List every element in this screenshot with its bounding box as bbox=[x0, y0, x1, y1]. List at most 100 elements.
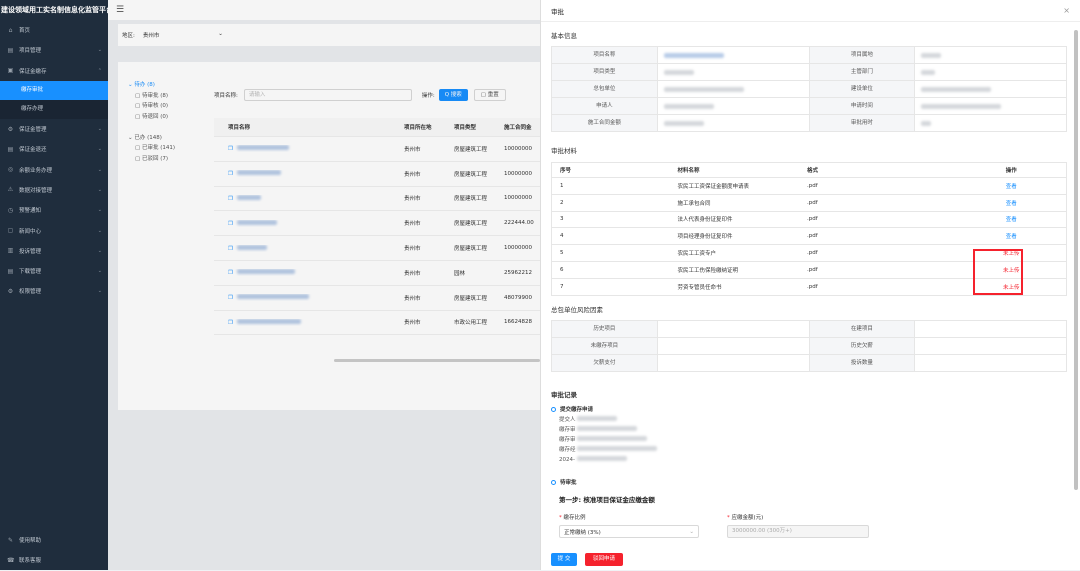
record-line: 缴存审 bbox=[551, 425, 1051, 435]
risk-row: 历史项目 在建项目 bbox=[552, 321, 1067, 338]
record-line: 缴存审 bbox=[551, 435, 1051, 445]
risk-table: 历史项目 在建项目 未缴存项目 历史欠薪 欠薪支付 投诉数量 bbox=[551, 320, 1067, 372]
basic-info-title: 基本信息 bbox=[551, 32, 577, 40]
sidebar-item-label: 权限管理 bbox=[19, 289, 42, 296]
material-row: 4 项目经理身份证复印件 .pdf 查看 bbox=[552, 228, 1066, 246]
chevron-icon: ⌃ bbox=[97, 67, 102, 74]
dispute-icon: ◎ bbox=[7, 166, 14, 174]
chevron-icon: ⌄ bbox=[97, 186, 102, 193]
timeline-dot-icon bbox=[551, 480, 556, 485]
records-title: 审批记录 bbox=[551, 391, 577, 399]
drawer-title: 审批 bbox=[551, 7, 564, 16]
chevron-icon: ⌄ bbox=[97, 207, 102, 214]
record-line: 2024- bbox=[551, 455, 1051, 465]
view-link[interactable]: 查看 bbox=[956, 232, 1066, 240]
info-row: 总包单位 建设单位 bbox=[552, 81, 1067, 98]
warning-icon: ◷ bbox=[7, 206, 14, 214]
info-row: 申请人 申请时间 bbox=[552, 98, 1067, 115]
news-icon: ▢ bbox=[7, 227, 14, 235]
sidebar-item-label: 预警通知 bbox=[19, 208, 42, 215]
sidebar-item-label: 首页 bbox=[19, 28, 31, 35]
chevron-icon: ⌄ bbox=[97, 47, 102, 54]
risk-row: 未缴存项目 历史欠薪 bbox=[552, 338, 1067, 355]
sidebar-item-sidebar.items2.5[interactable]: ▢ 新闻中心 ⌄ bbox=[0, 220, 108, 240]
risk-title: 总包单位风险因素 bbox=[551, 306, 603, 314]
sidebar-item-sidebar.items2.8[interactable]: ⚙ 权限管理 ⌄ bbox=[0, 281, 108, 301]
record-line: 提交人 bbox=[551, 415, 1051, 425]
chevron-icon: ⌄ bbox=[97, 268, 102, 275]
sidebar-bottom-item[interactable]: ✎ 使用帮助 bbox=[0, 530, 108, 550]
chevron-icon: ⌄ bbox=[97, 146, 102, 153]
sidebar-item-sidebar.items.1[interactable]: ▤ 项目管理 ⌄ bbox=[0, 40, 108, 60]
sidebar-item-sidebar.items.0[interactable]: ⌂ 首页 bbox=[0, 20, 108, 40]
sidebar-item-label: 数据对接管理 bbox=[19, 187, 53, 194]
reject-button[interactable]: 驳回申请 bbox=[585, 553, 623, 566]
auth-icon: ⚙ bbox=[7, 287, 14, 295]
help-icon: ✎ bbox=[7, 536, 14, 544]
drawer-header: 审批 × bbox=[541, 0, 1080, 22]
sidebar-item-label: 保证金退还 bbox=[19, 147, 47, 154]
amount-input[interactable]: 3000000.00 (300万+) bbox=[727, 525, 869, 538]
approval-drawer: 审批 × 基本信息 项目名称 项目属地 项目类型 主管部门 总包单位 建设单位 … bbox=[540, 0, 1080, 570]
sidebar-item-label: 项目管理 bbox=[19, 48, 42, 55]
chevron-icon: ⌄ bbox=[97, 166, 102, 173]
view-link[interactable]: 查看 bbox=[956, 199, 1066, 207]
material-row: 1 农民工工资保证金额度申请表 .pdf 查看 bbox=[552, 178, 1066, 195]
ratio-select[interactable]: 正常缴纳 (3%) ⌄ bbox=[559, 525, 699, 538]
amount-label: * 应缴金额(元) bbox=[727, 515, 764, 521]
view-link[interactable]: 查看 bbox=[956, 182, 1066, 190]
chevron-icon: ⌄ bbox=[97, 126, 102, 133]
sidebar-item-sidebar.items2.3[interactable]: ⚠ 数据对接管理 ⌄ bbox=[0, 180, 108, 200]
view-link[interactable]: 查看 bbox=[956, 215, 1066, 223]
basic-info-table: 项目名称 项目属地 项目类型 主管部门 总包单位 建设单位 申请人 申请时间 施… bbox=[551, 46, 1067, 132]
download-icon: ▤ bbox=[7, 267, 14, 275]
complaint-icon: ▥ bbox=[7, 247, 14, 255]
sidebar-subitem[interactable]: 缴存审批 bbox=[0, 80, 108, 100]
record-pending: 待审批 bbox=[551, 478, 1051, 488]
deposit-icon: ▣ bbox=[7, 67, 14, 75]
sidebar-item-label: 投诉管理 bbox=[19, 248, 42, 255]
chevron-icon: ⌄ bbox=[97, 247, 102, 254]
timeline-dot-icon bbox=[551, 407, 556, 412]
mask-overlay[interactable] bbox=[108, 0, 540, 570]
service-icon: ☎ bbox=[7, 556, 15, 564]
material-row: 2 施工承包合同 .pdf 查看 bbox=[552, 195, 1066, 212]
sidebar-bottom-item[interactable]: ☎ 联系客服 bbox=[0, 550, 108, 570]
ratio-label: * 缴存比例 bbox=[559, 515, 586, 521]
close-icon[interactable]: × bbox=[1063, 6, 1070, 15]
sidebar-item-sidebar.items2.6[interactable]: ▥ 投诉管理 ⌄ bbox=[0, 241, 108, 261]
info-row: 项目类型 主管部门 bbox=[552, 64, 1067, 81]
sidebar-item-sidebar.items2.4[interactable]: ◷ 预警通知 ⌄ bbox=[0, 200, 108, 220]
sidebar-item-label: 下载管理 bbox=[19, 269, 42, 276]
info-row: 项目名称 项目属地 bbox=[552, 47, 1067, 64]
approval-timeline: 提交缴存申请 提交人 缴存审 缴存审 缴存经 2024- 待审批 bbox=[551, 405, 1051, 488]
sidebar-item-sidebar.items2.7[interactable]: ▤ 下载管理 ⌄ bbox=[0, 261, 108, 281]
return-icon: ▤ bbox=[7, 145, 14, 153]
chevron-icon: ⌄ bbox=[97, 288, 102, 295]
sidebar-item-sidebar.items2.2[interactable]: ◎ 余额业务办理 ⌄ bbox=[0, 159, 108, 179]
chevron-icon: ⌄ bbox=[97, 227, 102, 234]
home-icon: ⌂ bbox=[8, 26, 13, 34]
missing-files-highlight bbox=[973, 249, 1023, 295]
manage-icon: ⚙ bbox=[7, 125, 14, 133]
info-row: 施工合同金额 审批用时 bbox=[552, 115, 1067, 132]
drawer-scrollbar[interactable] bbox=[1074, 30, 1078, 490]
sidebar-item-sidebar.items.2[interactable]: ▣ 保证金缴存 ⌃ bbox=[0, 61, 108, 81]
sidebar-item-sidebar.items2.0[interactable]: ⚙ 保证金管理 ⌄ bbox=[0, 119, 108, 139]
materials-header: 序号 材料名称 格式 操作 bbox=[552, 163, 1066, 178]
sidebar-item-sidebar.items2.1[interactable]: ▤ 保证金退还 ⌄ bbox=[0, 139, 108, 159]
materials-title: 审批材料 bbox=[551, 147, 577, 155]
sidebar-item-label: 保证金缴存 bbox=[19, 68, 47, 75]
app-title: 建设领域用工实名制信息化监管平台 bbox=[1, 6, 108, 14]
step-title: 第一步: 核准项目保证金应缴金额 bbox=[559, 496, 655, 504]
record-line: 缴存经 bbox=[551, 445, 1051, 455]
sidebar-item-label: 新闻中心 bbox=[19, 228, 42, 235]
sidebar-subitem[interactable]: 缴存办理 bbox=[0, 99, 108, 119]
material-row: 3 法人代表身份证复印件 .pdf 查看 bbox=[552, 212, 1066, 229]
chevron-down-icon: ⌄ bbox=[689, 528, 694, 535]
record-submit: 提交缴存申请 bbox=[551, 405, 1051, 415]
risk-row: 欠薪支付 投诉数量 bbox=[552, 355, 1067, 372]
submit-button[interactable]: 提 交 bbox=[551, 553, 577, 566]
sidebar-item-label: 余额业务办理 bbox=[19, 167, 53, 174]
project-icon: ▤ bbox=[7, 46, 14, 54]
